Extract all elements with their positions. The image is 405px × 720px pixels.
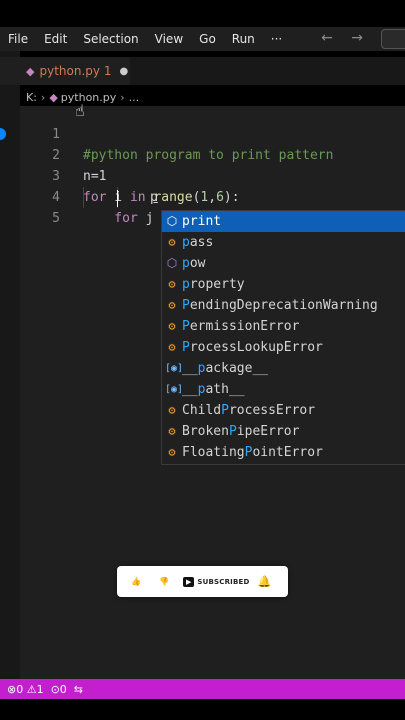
code-line: 2 n=1 <box>20 124 405 184</box>
variable-icon: [◉] <box>165 363 184 374</box>
suggestion-label: pass <box>182 235 214 250</box>
keyword-icon: ⚙ <box>168 235 176 249</box>
top-black-bar <box>0 0 405 30</box>
suggestion-item[interactable]: ⚙ ChildProcessError <box>162 400 405 421</box>
mouse-pointer-icon: ☝ <box>75 101 85 120</box>
suggestion-label: __package__ <box>182 361 269 376</box>
active-indicator <box>0 128 6 140</box>
ports-status[interactable]: ⊙0 <box>51 683 67 696</box>
suggestion-item[interactable]: [◉] __package__ <box>162 358 405 379</box>
menu-view[interactable]: View <box>147 32 191 46</box>
tab-filename: python.py 1 <box>39 64 112 78</box>
suggestion-label: PermissionError <box>182 319 300 334</box>
class-icon: ⚙ <box>168 298 176 312</box>
menu-run[interactable]: Run <box>224 32 263 46</box>
menu-go[interactable]: Go <box>191 32 224 46</box>
class-icon: ⚙ <box>168 340 176 354</box>
nav-buttons: ← → <box>307 30 363 46</box>
breadcrumb-drive[interactable]: K: <box>26 91 37 104</box>
suggestion-item[interactable]: ⚙ ProcessLookupError <box>162 337 405 358</box>
code-line: 5 <box>20 187 405 226</box>
back-arrow-icon[interactable]: ← <box>321 30 333 46</box>
suggestion-label: pow <box>182 256 206 271</box>
method-cube-icon: ⬡ <box>166 256 178 270</box>
tab-row: ◆ python.py 1 ● <box>0 57 405 85</box>
suggestion-item[interactable]: ⚙ property <box>162 274 405 295</box>
menu-file[interactable]: File <box>0 32 36 46</box>
suggestion-item[interactable]: ⚙ PendingDeprecationWarning <box>162 295 405 316</box>
method-cube-icon: ⬡ <box>166 214 178 228</box>
typed-text: p <box>150 190 158 205</box>
chevron-right-icon: › <box>120 90 125 104</box>
autocomplete-list: ⬡ print ⚙ pass ⬡ pow ⚙ property ⚙ PendingDeprecat… <box>161 210 405 465</box>
menu-more[interactable]: ··· <box>263 32 290 46</box>
code-token: j <box>137 211 162 226</box>
thumbs-down-icon[interactable]: 👎 <box>159 577 169 586</box>
suggestion-item[interactable]: ⚙ BrokenPipeError <box>162 421 405 442</box>
thumbs-up-icon[interactable]: 👍 <box>131 577 141 586</box>
menu-edit[interactable]: Edit <box>36 32 75 46</box>
code-line: 3 for i in range(1,6): <box>20 145 405 205</box>
code-token: for <box>83 211 138 226</box>
python-file-icon: ◆ <box>49 90 58 104</box>
suggestion-label: PendingDeprecationWarning <box>182 298 378 313</box>
class-icon: ⚙ <box>168 445 176 459</box>
unsaved-dot-icon[interactable]: ● <box>119 66 128 77</box>
suggestion-label: FloatingPointError <box>182 445 323 460</box>
bottom-black-bar <box>0 699 405 720</box>
suggestion-label: print <box>182 214 222 229</box>
suggestion-item[interactable]: ⚙ pass <box>162 232 405 253</box>
breadcrumb-more[interactable]: ... <box>129 91 140 104</box>
suggestion-label: BrokenPipeError <box>182 424 300 439</box>
tab-python-py[interactable]: ◆ python.py 1 ● <box>0 57 130 85</box>
suggestion-label: ChildProcessError <box>182 403 316 418</box>
suggestion-item[interactable]: ⬡ pow <box>162 253 405 274</box>
suggestion-item[interactable]: ⚙ FloatingPointError <box>162 442 405 463</box>
command-center[interactable] <box>381 29 405 49</box>
problems-status[interactable]: ⊗0 ⚠1 <box>7 683 44 696</box>
class-icon: ⚙ <box>168 319 176 333</box>
breadcrumb-file[interactable]: python.py <box>61 91 116 104</box>
suggestion-item[interactable]: ⚙ PermissionError <box>162 316 405 337</box>
class-icon: ⚙ <box>168 277 176 291</box>
python-file-icon: ◆ <box>26 64 35 78</box>
text-cursor <box>117 190 118 207</box>
suggestion-label: property <box>182 277 245 292</box>
youtube-subscribe-overlay: 👍 👎 ▶ SUBSCRIBED 🔔 <box>117 566 288 597</box>
activity-bar <box>0 51 20 679</box>
status-bar: ⊗0 ⚠1 ⊙0 ⇆ <box>0 679 405 699</box>
suggestion-label: __path__ <box>182 382 245 397</box>
class-icon: ⚙ <box>168 403 176 417</box>
suggestion-label: ProcessLookupError <box>182 340 323 355</box>
youtube-icon: ▶ <box>182 576 195 587</box>
suggestion-item[interactable]: [◉] __path__ <box>162 379 405 400</box>
code-line: 4 for j in range(1,i+1): <box>20 166 405 226</box>
indent-guide <box>83 187 84 208</box>
line-number: 5 <box>52 211 60 226</box>
remote-icon[interactable]: ⇆ <box>74 683 83 696</box>
chevron-right-icon: › <box>40 90 46 104</box>
forward-arrow-icon[interactable]: → <box>351 30 363 46</box>
menu-selection[interactable]: Selection <box>75 32 146 46</box>
variable-icon: [◉] <box>165 384 184 395</box>
class-icon: ⚙ <box>168 424 176 438</box>
suggestion-item[interactable]: ⬡ print <box>162 211 405 232</box>
bell-icon[interactable]: 🔔 <box>258 575 272 588</box>
subscribed-label[interactable]: SUBSCRIBED <box>197 578 249 586</box>
menu-bar: File Edit Selection View Go Run ··· ← → <box>0 27 405 51</box>
